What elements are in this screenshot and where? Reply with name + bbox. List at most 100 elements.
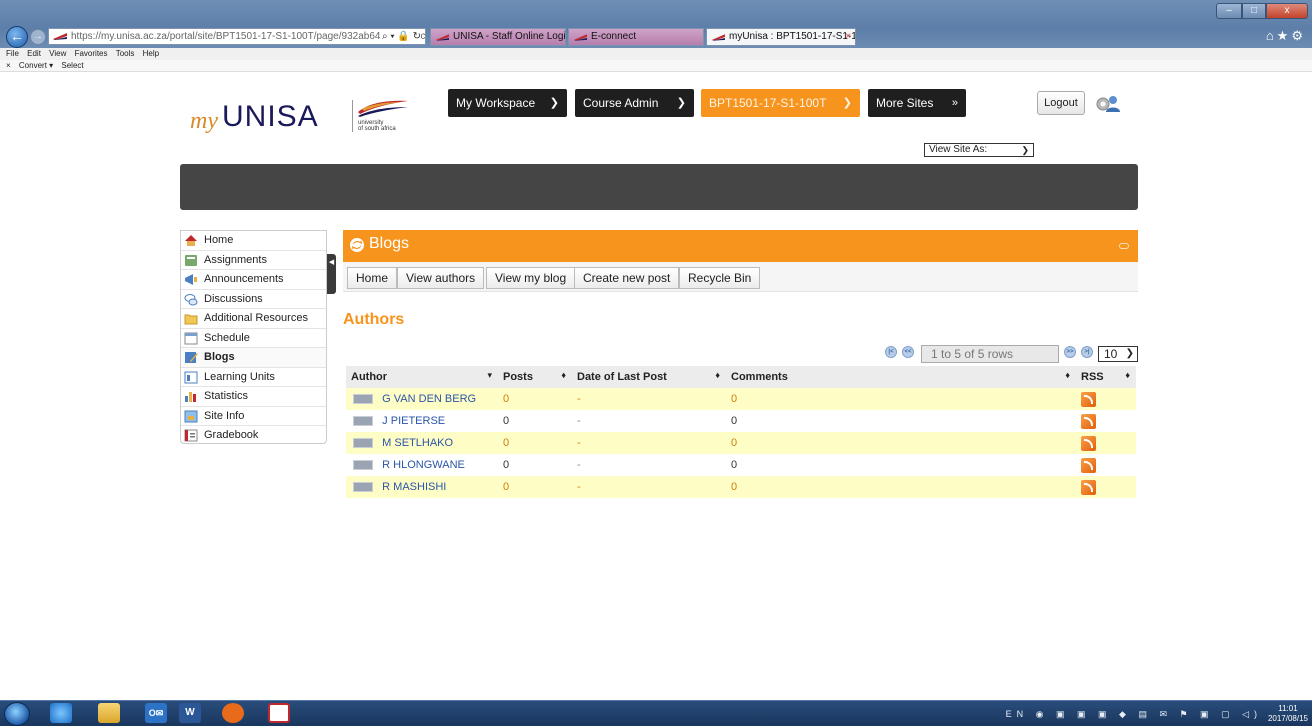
rss-icon[interactable] [1081,391,1096,407]
author-name[interactable]: R MASHISHI [382,481,446,493]
sidebar-item-discussions[interactable]: Discussions [181,290,326,309]
create-new-post-button[interactable]: Create new post [574,267,680,289]
sidebar-item-gradebook[interactable]: Gradebook [181,426,326,446]
authors-heading: Authors [343,311,405,328]
rss-icon[interactable] [1081,479,1096,495]
back-button[interactable]: ← [6,26,28,48]
select-button[interactable]: Select [61,61,83,70]
sidebar-item-schedule[interactable]: Schedule [181,329,326,348]
column-header-comments[interactable]: Comments ♦ [726,366,1076,388]
outlook-icon[interactable]: O✉ [145,703,167,723]
maximize-button[interactable]: □ [1242,3,1266,19]
sidebar-item-site-info[interactable]: Site Info [181,407,326,426]
sidebar-item-label: Discussions [204,292,263,305]
blog-icon [353,482,373,493]
menu-view[interactable]: View [49,49,66,58]
sidebar-item-additional-resources[interactable]: Additional Resources [181,309,326,329]
menu-tools[interactable]: Tools [116,49,135,58]
menu-help[interactable]: Help [143,49,159,58]
view-authors-button[interactable]: View authors [397,267,485,289]
column-header-date-last-post[interactable]: Date of Last Post ♦ [572,366,726,388]
browser-toolbar-icons[interactable]: ⌂★⚙ [1266,28,1306,44]
last-page-icon[interactable]: >| [1081,346,1093,358]
command-close[interactable]: × [6,61,11,70]
sidebar-item-label: Assignments [204,253,267,266]
sidebar-item-home[interactable]: Home [181,231,326,251]
menu-file[interactable]: File [6,49,19,58]
sidebar-item-label: Site Info [204,409,245,422]
sidebar-item-announcements[interactable]: Announcements [181,270,326,290]
tab-econnect[interactable]: E-connect [568,28,704,46]
rss-icon[interactable] [1081,457,1096,473]
system-tray[interactable]: EN ◉ ▣ ▣ ▣ ◆ ▤ ✉ ⚑ ▣ ▢ ◁) [1006,705,1262,723]
nav-more-sites[interactable]: More Sites » [868,89,966,117]
media-player-icon[interactable] [222,703,244,723]
sidebar-collapse-handle[interactable]: ◀ [327,254,336,294]
nav-my-workspace[interactable]: My Workspace ❯ [448,89,567,117]
address-bar[interactable]: https://my.unisa.ac.za/portal/site/BPT15… [48,28,426,45]
author-cell[interactable]: R MASHISHI [346,476,498,498]
nav-current-site[interactable]: BPT1501-17-S1-100T ❯ [701,89,860,117]
author-cell[interactable]: R HLONGWANE [346,454,498,476]
column-header-rss[interactable]: RSS ♦ [1076,366,1136,388]
author-name[interactable]: J PIETERSE [382,415,445,427]
tab-staff-online-login[interactable]: UNISA - Staff Online Login [430,28,566,46]
tab-close-icon[interactable]: × [845,29,851,45]
internet-explorer-icon[interactable] [50,703,72,723]
view-my-blog-button[interactable]: View my blog [486,267,576,289]
nav-label: More Sites [876,96,934,110]
link-icon[interactable] [1119,243,1129,249]
first-page-icon[interactable]: |< [885,346,897,358]
author-cell[interactable]: G VAN DEN BERG [346,388,498,410]
statistics-icon [185,392,196,402]
prev-page-icon[interactable]: << [902,346,914,358]
sidebar-item-statistics[interactable]: Statistics [181,387,326,407]
next-page-icon[interactable]: >> [1064,346,1076,358]
author-name[interactable]: M SETLHAKO [382,437,453,449]
word-icon[interactable]: W [179,703,201,723]
recycle-bin-button[interactable]: Recycle Bin [679,267,761,289]
menu-favorites[interactable]: Favorites [75,49,108,58]
rss-icon[interactable] [1081,413,1096,429]
page-size-select[interactable]: 10 ❯ [1098,346,1138,362]
menu-edit[interactable]: Edit [27,49,41,58]
author-name[interactable]: G VAN DEN BERG [382,393,476,405]
comments-cell: 0 [726,388,1076,410]
taskbar-clock[interactable]: 11:01 2017/08/15 [1268,704,1308,724]
logout-button[interactable]: Logout [1037,91,1085,115]
sidebar-item-learning-units[interactable]: Learning Units [181,368,326,387]
logo-my-text: my [190,108,218,134]
view-site-as-select[interactable]: View Site As: ❯ [924,143,1034,157]
myunisa-logo[interactable]: my UNISA university of south africa [190,96,430,150]
pdf-reader-icon[interactable] [268,703,290,723]
tab-label: UNISA - Staff Online Login [453,31,566,42]
logo-divider [352,100,353,132]
forward-button[interactable]: → [30,29,46,45]
rss-icon[interactable] [1081,435,1096,451]
address-tools[interactable]: ⌕ ▾ 🔒 ↻ [380,29,421,44]
sidebar-item-blogs[interactable]: Blogs [181,348,326,368]
convert-button[interactable]: Convert ▾ [19,61,53,70]
column-header-posts[interactable]: Posts ♦ [498,366,572,388]
file-explorer-icon[interactable] [98,703,120,723]
date-cell: - [572,432,726,454]
table-row: J PIETERSE 0 - 0 [346,410,1136,432]
learning-units-icon [184,371,198,383]
nav-course-admin[interactable]: Course Admin ❯ [575,89,694,117]
window-close-button[interactable]: x [1266,3,1308,19]
author-name[interactable]: R HLONGWANE [382,459,465,471]
start-button[interactable] [4,702,30,726]
address-url: https://my.unisa.ac.za/portal/site/BPT15… [71,31,426,42]
author-cell[interactable]: M SETLHAKO [346,432,498,454]
column-label: Date of Last Post [577,371,667,383]
home-button[interactable]: Home [347,267,398,289]
column-header-author[interactable]: Author ▾ [346,366,498,388]
tab-myunisa[interactable]: myUnisa : BPT1501-17-S1-1... × [706,28,856,46]
column-label: RSS [1081,371,1104,383]
reset-tool-icon[interactable] [349,237,365,253]
minimize-button[interactable]: – [1216,3,1242,19]
sidebar-item-assignments[interactable]: Assignments [181,251,326,270]
author-cell[interactable]: J PIETERSE [346,410,498,432]
user-settings-icon[interactable] [1094,93,1122,113]
announcements-icon [185,274,197,285]
